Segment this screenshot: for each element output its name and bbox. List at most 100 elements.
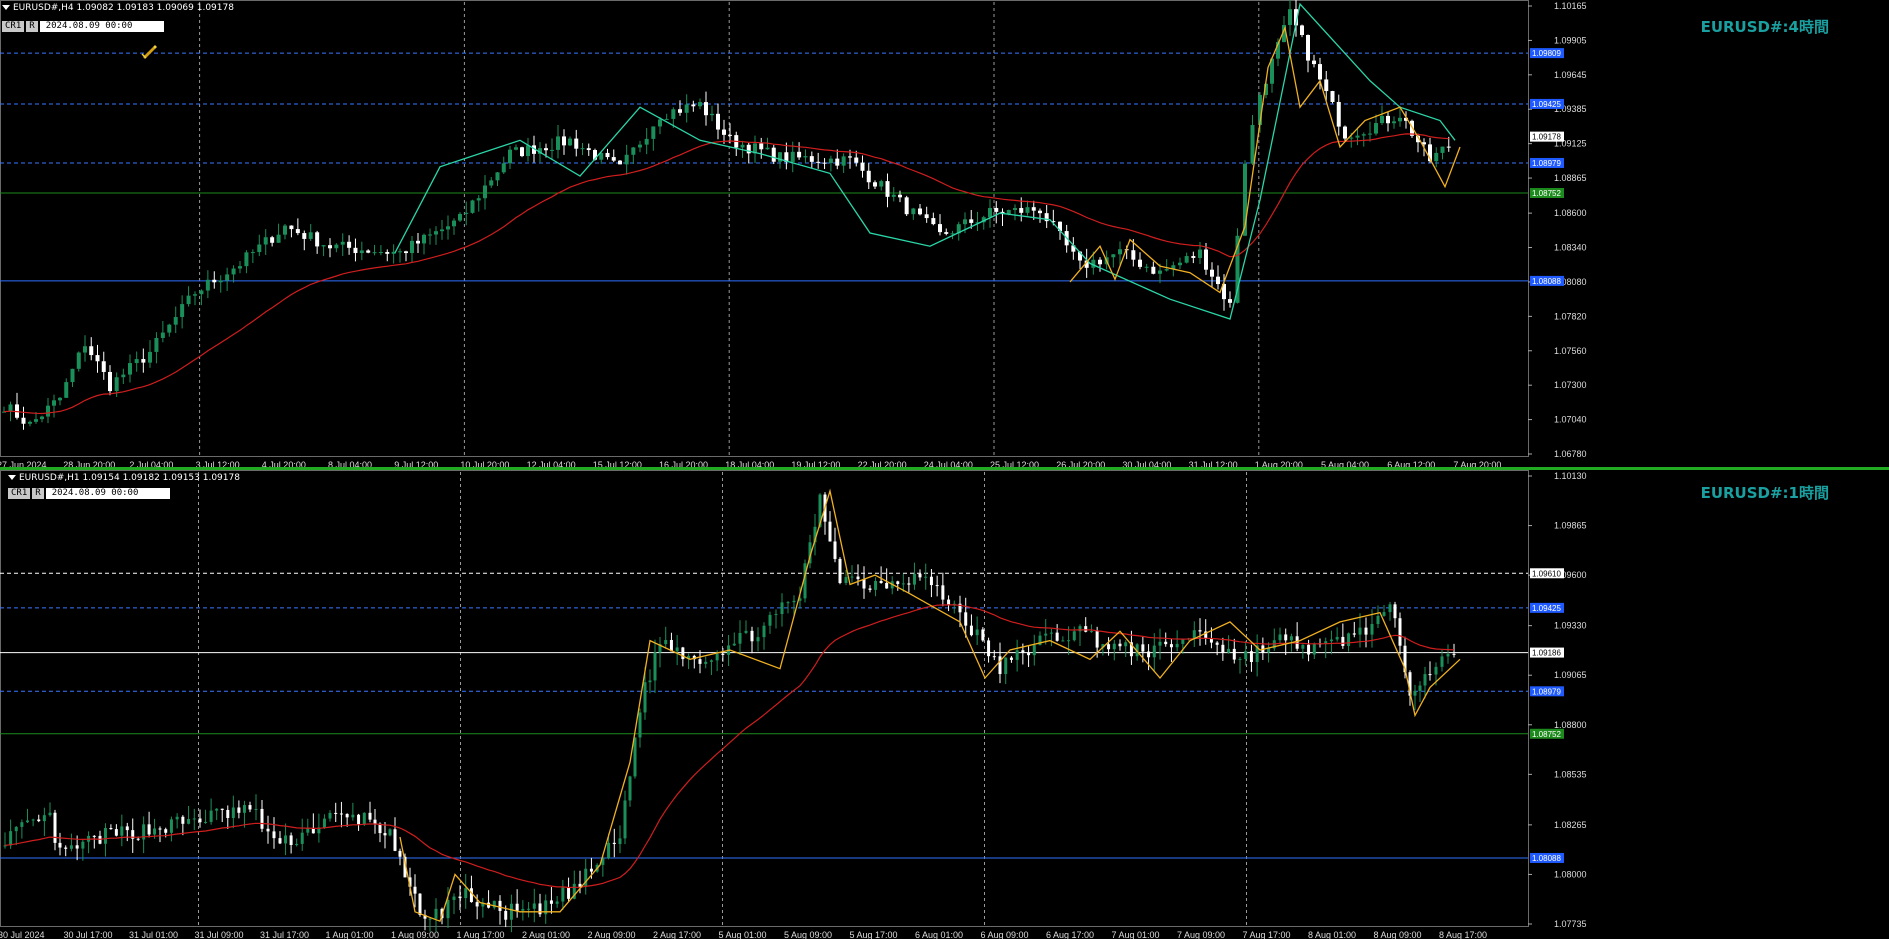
candle-body [187,819,191,824]
candle-body [1428,674,1432,676]
candle-body [362,812,366,825]
candle-body [1158,270,1162,274]
price-axis-label: 1.09065 [1554,670,1587,680]
time-axis-label: 31 Jul 01:00 [129,930,178,939]
zigzag-line-teal [394,2,1456,320]
candle-body [218,280,223,283]
candle-body [1184,256,1189,263]
price-axis-label: 1.10130 [1554,471,1587,481]
candle-body [283,225,287,235]
candle-body [611,157,616,161]
candle-body [1347,633,1351,646]
candle-body [1312,643,1316,655]
candle-body [204,821,208,823]
candle-body [1009,657,1013,660]
candle-body [1209,638,1213,643]
candle-body [242,805,246,813]
candle-body [907,583,911,585]
candle-body [199,290,204,295]
candle-body [1232,648,1236,660]
candle-body [289,835,293,846]
candle-body [1343,126,1347,139]
time-axis-label: 6 Aug 09:00 [981,930,1029,939]
candle-body [388,829,392,836]
candle-body [434,231,438,235]
candle-body [618,160,622,165]
candle-body [568,138,572,146]
candle-body [1164,269,1169,271]
r-button[interactable]: R [26,21,38,32]
candle-body [175,816,179,820]
candle-body [704,102,708,116]
time-axis-label: 30 Jul 2024 [0,930,45,939]
r-button[interactable]: R [32,488,44,499]
cr-button[interactable]: CR1 [2,21,25,32]
time-axis-label: 5 Aug 17:00 [850,930,898,939]
chart-header: EURUSD#,H4 1.09082 1.09183 1.09069 1.091… [2,3,234,13]
price-axis-label: 1.10165 [1554,1,1587,11]
candle-body [681,647,685,660]
candle-body [929,576,933,586]
time-axis-label: 7 Aug 17:00 [1243,930,1291,939]
pencil-tool-icon[interactable] [140,42,158,60]
candle-body [964,612,968,626]
candle-body [998,656,1002,675]
collapse-triangle-icon[interactable] [8,475,16,480]
candle-body [1152,645,1156,658]
candle-body [475,902,479,907]
candle-body [89,346,94,356]
price-level-label: 1.09178 [1532,133,1561,142]
candle-body [169,819,173,833]
candle-body [740,144,745,148]
candle-body [515,903,519,911]
candle-body [732,643,736,646]
h1-chart-pane[interactable]: 30 Jul 2024 30 Jul 17:00 31 Jul 01:00 31 Ju… [0,470,1889,939]
h4-chart-canvas[interactable]: 27 Jun 2024 28 Jun 20:00 2 Jul 04:00 3 Jul … [0,0,1889,468]
candle-body [347,241,352,248]
candle-body [238,266,242,269]
h1-chart-canvas[interactable]: 30 Jul 2024 30 Jul 17:00 31 Jul 01:00 31 Ju… [0,470,1889,939]
price-axis-label: 1.09645 [1554,70,1587,80]
candle-body [254,808,258,810]
datetime-field[interactable]: 2024.08.09 00:00 [45,488,170,499]
candle-body [774,614,778,616]
candle-body [750,630,754,642]
candle-body [1204,249,1208,270]
candle-body [244,252,249,267]
candle-body [1288,9,1292,25]
candle-body [48,812,52,816]
candle-body [721,653,725,655]
toolbar-row: CR1 R 2024.08.09 00:00 [2,21,164,32]
candle-body [1306,34,1310,61]
datetime-field[interactable]: 2024.08.09 00:00 [39,21,164,32]
candle-body [81,841,85,849]
candle-body [709,660,713,662]
candle-body [1089,631,1093,633]
candle-body [1031,207,1036,211]
candle-body [1098,259,1102,265]
candle-body [422,234,426,244]
candle-body [1388,604,1392,613]
candle-body [276,234,281,243]
candle-body [134,359,139,364]
candle-body [114,377,119,392]
h4-chart-pane[interactable]: 27 Jun 2024 28 Jun 20:00 2 Jul 04:00 3 Jul … [0,0,1889,468]
candle-body [1289,636,1293,641]
time-axis-label: 5 Aug 01:00 [719,930,767,939]
candle-body [109,828,113,830]
candle-body [567,887,571,899]
candle-body [605,152,610,158]
candle-body [1032,645,1036,656]
candle-body [850,576,854,578]
cr-button[interactable]: CR1 [8,488,31,499]
candle-body [1249,651,1253,662]
collapse-triangle-icon[interactable] [2,5,10,10]
candle-body [885,582,889,589]
candle-body [446,899,450,919]
candle-body [509,903,513,920]
candle-body [452,220,456,227]
candle-body [623,800,627,839]
candle-body [76,352,81,369]
candle-body [373,819,377,824]
candle-body [26,820,29,823]
